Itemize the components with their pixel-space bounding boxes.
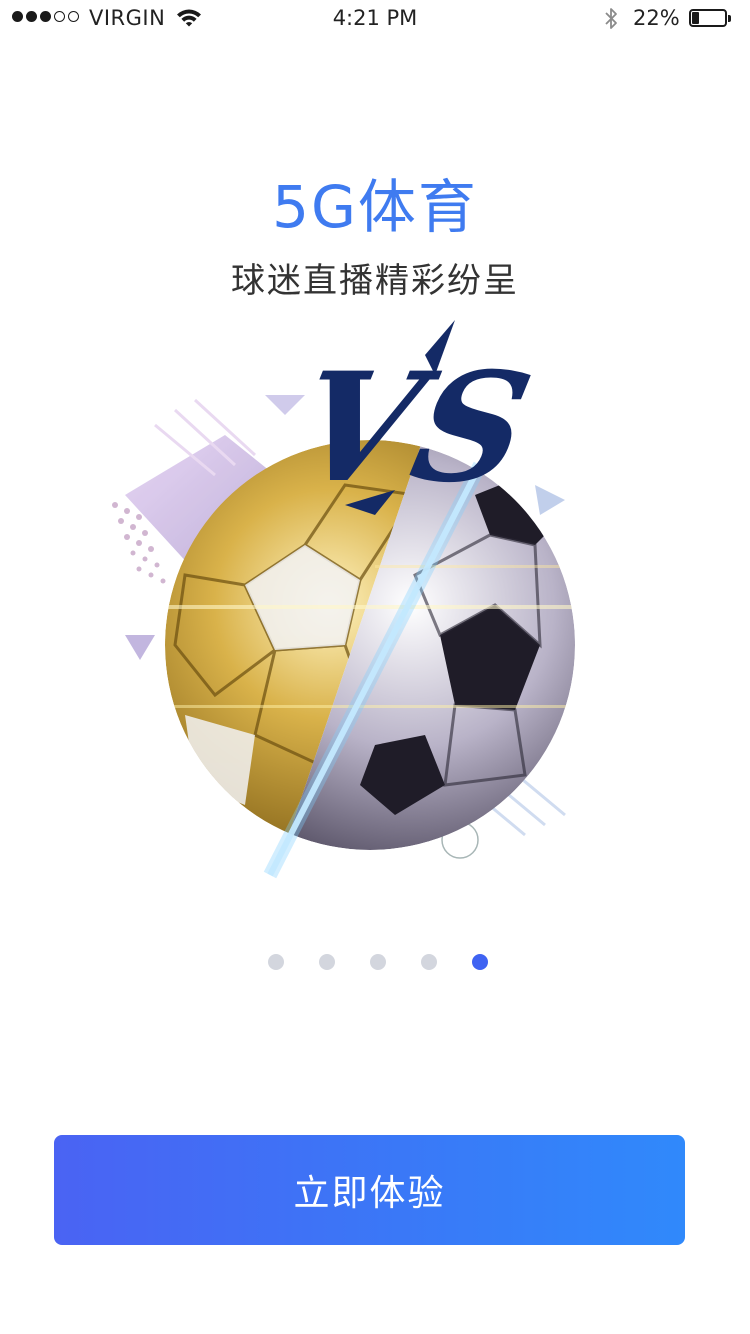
page-indicator[interactable]	[268, 954, 488, 970]
page-indicator-dot[interactable]	[370, 954, 386, 970]
page-subtitle: 球迷直播精彩纷呈	[231, 261, 519, 301]
vs-text: VS	[282, 340, 544, 516]
page-indicator-dot[interactable]	[472, 954, 488, 970]
page-indicator-dot[interactable]	[421, 954, 437, 970]
vs-soccer-ball-illustration: VS	[95, 315, 655, 905]
battery-percentage: 22%	[633, 6, 680, 30]
try-now-button[interactable]: 立即体验	[54, 1135, 685, 1245]
page-title: 5G体育	[272, 173, 478, 241]
battery-icon	[689, 9, 733, 29]
page-indicator-dot[interactable]	[268, 954, 284, 970]
status-bar: VIRGIN 4:21 PM 22%	[0, 0, 750, 40]
bluetooth-icon	[601, 6, 621, 36]
page-indicator-dot[interactable]	[319, 954, 335, 970]
